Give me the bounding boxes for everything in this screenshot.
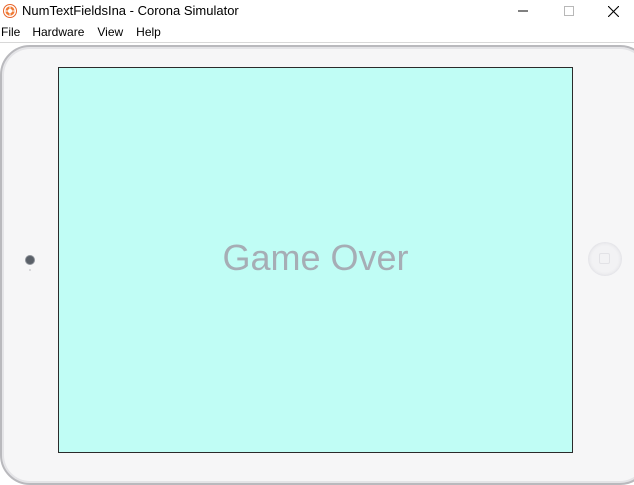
simulator-window: NumTextFieldsIna - Corona Simulator File… [0,0,634,485]
title-bar[interactable]: NumTextFieldsIna - Corona Simulator [0,0,634,22]
game-over-text: Game Over [222,237,409,278]
window-title: NumTextFieldsIna - Corona Simulator [22,3,239,18]
menu-file[interactable]: File [0,22,27,42]
menu-bar: File Hardware View Help [0,22,634,42]
close-icon [607,5,619,17]
close-button[interactable] [590,0,634,22]
maximize-icon [564,6,574,16]
corona-app-icon [3,4,17,18]
minimize-icon [518,10,528,12]
camera-icon [26,256,34,264]
device-screen[interactable]: Game Over [58,67,573,453]
menu-help[interactable]: Help [136,22,168,42]
minimize-button[interactable] [500,0,546,22]
menu-hardware[interactable]: Hardware [32,22,91,42]
menu-view[interactable]: View [97,22,130,42]
sensor-dot [29,269,31,271]
menu-separator [0,42,634,43]
home-button[interactable] [589,243,621,275]
home-button-icon [599,253,610,264]
maximize-button[interactable] [546,0,592,22]
